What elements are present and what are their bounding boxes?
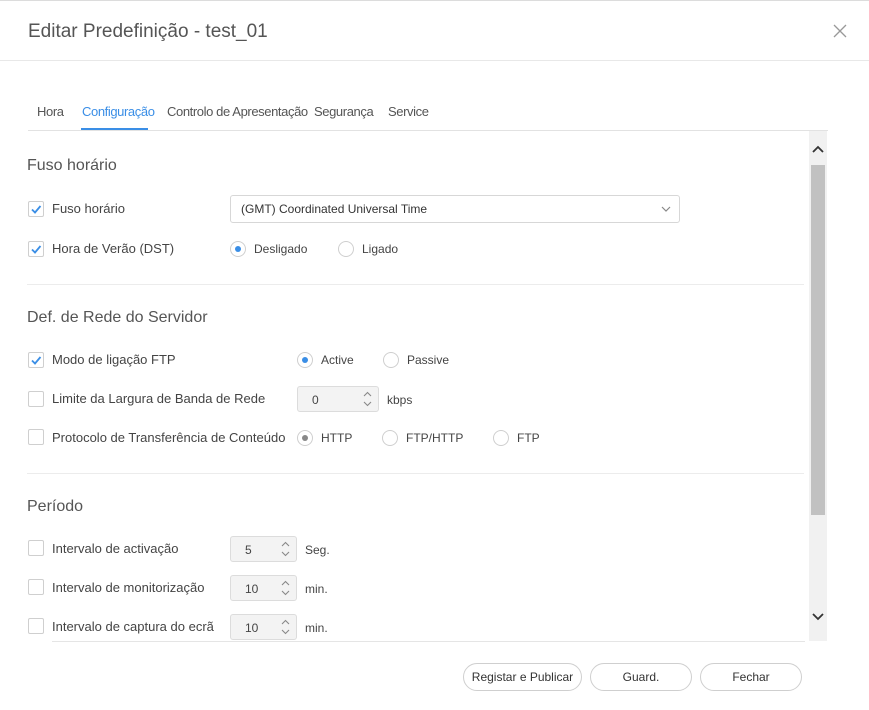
bandwidth-checkbox[interactable] (28, 391, 44, 407)
tab-controlo-apresentacao[interactable]: Controlo de Apresentação (167, 104, 308, 119)
header-divider (0, 60, 869, 61)
spinner-up-icon[interactable] (281, 541, 290, 547)
close-button[interactable]: Fechar (700, 663, 802, 691)
activation-stepper[interactable]: 5 (230, 536, 297, 562)
protocol-radio-http-label: HTTP (321, 431, 353, 445)
close-icon[interactable] (832, 23, 848, 39)
spinner-down-icon[interactable] (281, 590, 290, 596)
monitoring-stepper[interactable]: 10 (230, 575, 297, 601)
spinner-down-icon[interactable] (281, 551, 290, 557)
ftp-mode-radio-passive[interactable] (383, 352, 399, 368)
activation-checkbox[interactable] (28, 540, 44, 556)
protocol-radio-ftp-http-label: FTP/HTTP (406, 431, 464, 445)
check-icon (31, 205, 42, 214)
bandwidth-unit: kbps (387, 393, 413, 407)
bandwidth-stepper[interactable]: 0 (297, 386, 379, 412)
timezone-select[interactable]: (GMT) Coordinated Universal Time (230, 195, 680, 223)
dst-radio-on[interactable] (338, 241, 354, 257)
spinner-up-icon[interactable] (281, 580, 290, 586)
capture-checkbox[interactable] (28, 618, 44, 634)
active-tab-indicator (81, 128, 148, 130)
ftp-mode-radio-active[interactable] (297, 352, 313, 368)
spinner-down-icon[interactable] (281, 629, 290, 635)
dst-radio-off[interactable] (230, 241, 246, 257)
timezone-checkbox[interactable] (28, 201, 44, 217)
check-icon (31, 245, 42, 254)
capture-label: Intervalo de captura do ecrã (52, 619, 214, 634)
timezone-select-value: (GMT) Coordinated Universal Time (241, 202, 428, 216)
section-title-timezone: Fuso horário (27, 157, 117, 174)
dst-radio-on-label: Ligado (362, 242, 399, 256)
scroll-up-icon[interactable] (812, 145, 824, 153)
tab-configuracao[interactable]: Configuração (82, 104, 155, 119)
timezone-label: Fuso horário (52, 201, 125, 216)
section-title-period: Período (27, 498, 84, 515)
spinner-up-icon[interactable] (363, 391, 372, 397)
bandwidth-label: Limite da Largura de Banda de Rede (52, 391, 266, 406)
protocol-label: Protocolo de Transferência de Conteúdo (52, 430, 286, 445)
tab-bar: Hora Configuração Controlo de Apresentaç… (28, 96, 828, 131)
monitoring-checkbox[interactable] (28, 579, 44, 595)
tab-seguranca[interactable]: Segurança (314, 104, 374, 119)
tab-service[interactable]: Service (388, 104, 429, 119)
protocol-radio-http[interactable] (297, 430, 313, 446)
save-button[interactable]: Guard. (590, 663, 692, 691)
ftp-mode-checkbox[interactable] (28, 352, 44, 368)
ftp-mode-radio-active-label: Active (321, 353, 354, 367)
dst-radio-off-label: Desligado (254, 242, 308, 256)
monitoring-unit: min. (305, 582, 328, 596)
protocol-radio-ftp[interactable] (493, 430, 509, 446)
edit-preset-dialog: Editar Predefinição - test_01 Hora Confi… (0, 0, 869, 710)
monitoring-value: 10 (245, 582, 259, 596)
check-icon (31, 356, 42, 365)
section-divider (27, 473, 804, 474)
section-divider (27, 284, 804, 285)
dst-label: Hora de Verão (DST) (52, 241, 175, 256)
protocol-checkbox[interactable] (28, 429, 44, 445)
activation-value: 5 (245, 543, 252, 557)
chevron-down-icon (661, 206, 671, 212)
protocol-radio-ftp-http[interactable] (382, 430, 398, 446)
bandwidth-value: 0 (312, 393, 319, 407)
tab-hora[interactable]: Hora (37, 104, 64, 119)
capture-value: 10 (245, 621, 259, 635)
section-title-network: Def. de Rede do Servidor (27, 309, 208, 326)
ftp-mode-label: Modo de ligação FTP (52, 352, 176, 367)
settings-content: Fuso horário Fuso horário (GMT) Coordina… (0, 131, 809, 641)
footer-divider (52, 641, 805, 642)
protocol-radio-ftp-label: FTP (517, 431, 540, 445)
content-scrollbar[interactable] (809, 131, 827, 641)
monitoring-label: Intervalo de monitorização (52, 580, 205, 595)
ftp-mode-radio-passive-label: Passive (407, 353, 450, 367)
activation-unit: Seg. (305, 543, 330, 557)
capture-stepper[interactable]: 10 (230, 614, 297, 640)
dialog-title: Editar Predefinição - test_01 (28, 21, 268, 42)
register-publish-button[interactable]: Registar e Publicar (463, 663, 582, 691)
dst-checkbox[interactable] (28, 241, 44, 257)
spinner-up-icon[interactable] (281, 619, 290, 625)
scroll-down-icon[interactable] (812, 613, 824, 621)
spinner-down-icon[interactable] (363, 401, 372, 407)
capture-unit: min. (305, 621, 328, 635)
activation-label: Intervalo de activação (52, 541, 179, 556)
scrollbar-thumb[interactable] (811, 165, 825, 515)
